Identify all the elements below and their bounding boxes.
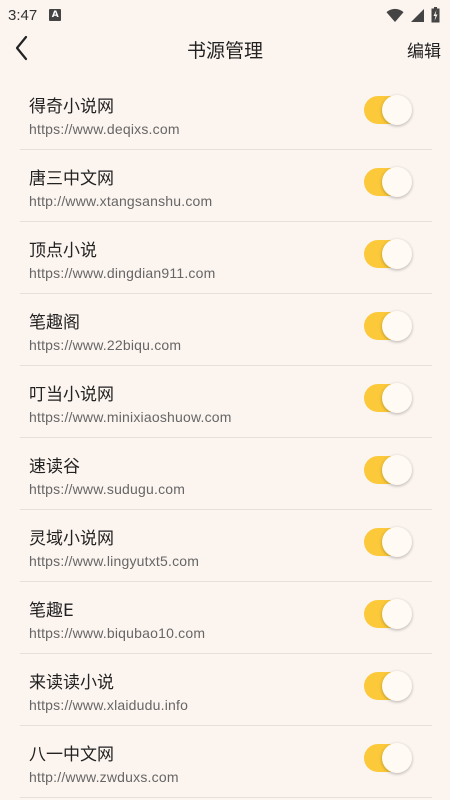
source-name: 笔趣阁 — [29, 313, 80, 333]
toggle-knob — [382, 599, 412, 629]
source-name: 灵域小说网 — [29, 529, 114, 549]
source-name: 叮当小说网 — [29, 385, 114, 405]
toolbar: 书源管理 编辑 — [0, 30, 450, 66]
list-item[interactable]: 灵域小说网 https://www.lingyutxt5.com — [20, 510, 432, 582]
status-bar: 3:47 A — [0, 0, 450, 30]
source-url: http://www.zwduxs.com — [29, 769, 179, 785]
enable-toggle[interactable] — [364, 455, 412, 485]
enable-toggle[interactable] — [364, 671, 412, 701]
list-item[interactable]: 得奇小说网 https://www.deqixs.com — [20, 78, 432, 150]
list-item[interactable]: 笔趣阁 https://www.22biqu.com — [20, 294, 432, 366]
toggle-knob — [382, 455, 412, 485]
toggle-knob — [382, 527, 412, 557]
source-name: 顶点小说 — [29, 241, 97, 261]
source-url: https://www.biqubao10.com — [29, 625, 206, 641]
list-item[interactable]: 唐三中文网 http://www.xtangsanshu.com — [20, 150, 432, 222]
toggle-knob — [382, 743, 412, 773]
toggle-knob — [382, 311, 412, 341]
source-url: https://www.sudugu.com — [29, 481, 186, 497]
toggle-knob — [382, 671, 412, 701]
list-item[interactable]: 叮当小说网 https://www.minixiaoshuow.com — [20, 366, 432, 438]
source-name: 得奇小说网 — [29, 97, 114, 117]
source-url: https://www.minixiaoshuow.com — [29, 409, 232, 425]
enable-toggle[interactable] — [364, 527, 412, 557]
edit-button[interactable]: 编辑 — [407, 37, 441, 62]
list-item[interactable]: 八一中文网 http://www.zwduxs.com — [20, 726, 432, 798]
source-url: https://www.22biqu.com — [29, 337, 182, 353]
source-list: 得奇小说网 https://www.deqixs.com 唐三中文网 http://w… — [20, 78, 432, 798]
enable-toggle[interactable] — [364, 239, 412, 269]
source-name: 笔趣E — [29, 601, 74, 621]
signal-icon — [411, 8, 424, 22]
status-time: 3:47 — [8, 6, 38, 24]
source-name: 速读谷 — [29, 457, 80, 477]
source-name: 唐三中文网 — [29, 169, 114, 189]
enable-toggle[interactable] — [364, 167, 412, 197]
enable-toggle[interactable] — [364, 383, 412, 413]
enable-toggle[interactable] — [364, 95, 412, 125]
toggle-knob — [382, 167, 412, 197]
list-item[interactable]: 来读读小说 https://www.xlaidudu.info — [20, 654, 432, 726]
battery-icon — [431, 7, 440, 23]
enable-toggle[interactable] — [364, 311, 412, 341]
page-title: 书源管理 — [186, 40, 263, 62]
source-url: http://www.xtangsanshu.com — [29, 193, 213, 209]
toggle-knob — [382, 239, 412, 269]
source-name: 来读读小说 — [29, 673, 114, 693]
source-url: https://www.xlaidudu.info — [29, 697, 189, 713]
list-item[interactable]: 顶点小说 https://www.dingdian911.com — [20, 222, 432, 294]
status-icons — [386, 7, 440, 23]
source-url: https://www.deqixs.com — [29, 121, 180, 137]
notification-icon: A — [49, 9, 62, 21]
source-url: https://www.dingdian911.com — [29, 265, 216, 281]
list-item[interactable]: 速读谷 https://www.sudugu.com — [20, 438, 432, 510]
enable-toggle[interactable] — [364, 743, 412, 773]
enable-toggle[interactable] — [364, 599, 412, 629]
toggle-knob — [382, 383, 412, 413]
source-url: https://www.lingyutxt5.com — [29, 553, 200, 569]
source-name: 八一中文网 — [29, 745, 114, 765]
wifi-icon — [386, 8, 404, 22]
toggle-knob — [382, 95, 412, 125]
list-item[interactable]: 笔趣E https://www.biqubao10.com — [20, 582, 432, 654]
